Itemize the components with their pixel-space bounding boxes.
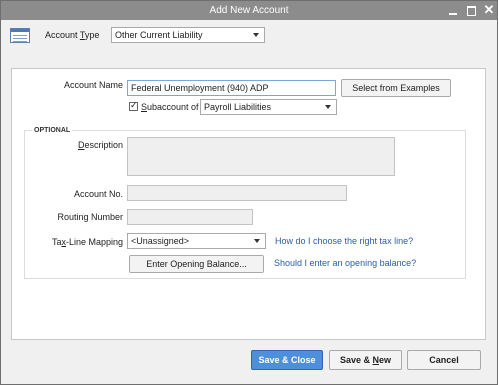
account-number-label: Account No.	[73, 189, 123, 199]
account-name-field[interactable]: Federal Unemployment (940) ADP	[127, 80, 336, 96]
minimize-icon[interactable]	[445, 2, 461, 18]
routing-number-field[interactable]	[127, 209, 253, 225]
account-register-icon	[10, 28, 30, 43]
description-label: Description	[77, 140, 123, 150]
chevron-down-icon	[254, 239, 260, 243]
select-from-examples-button[interactable]: Select from Examples	[341, 79, 451, 97]
optional-section-title: OPTIONAL	[32, 127, 73, 134]
chevron-down-icon	[325, 105, 331, 109]
account-type-select[interactable]: Other Current Liability	[111, 27, 265, 43]
subaccount-label: Subaccount of	[141, 102, 199, 112]
enter-opening-balance-button[interactable]: Enter Opening Balance...	[129, 255, 264, 273]
account-number-field[interactable]	[127, 185, 347, 201]
tax-line-help-link[interactable]: How do I choose the right tax line?	[275, 236, 413, 246]
account-type-value: Other Current Liability	[115, 30, 203, 40]
routing-number-label: Routing Number	[57, 212, 123, 222]
title-bar[interactable]: Add New Account ✕	[1, 1, 497, 20]
tax-line-mapping-label: Tax-Line Mapping	[51, 237, 123, 247]
chevron-down-icon	[253, 33, 259, 37]
subaccount-checkbox[interactable]	[129, 100, 138, 111]
cancel-button[interactable]: Cancel	[407, 350, 481, 370]
account-type-label: Account Type	[45, 30, 100, 40]
tax-line-select[interactable]: <Unassigned>	[127, 233, 266, 249]
close-icon[interactable]: ✕	[481, 2, 497, 18]
save-and-new-button[interactable]: Save & New	[329, 350, 402, 370]
opening-balance-help-link[interactable]: Should I enter an opening balance?	[274, 258, 416, 268]
parent-account-select[interactable]: Payroll Liabilities	[200, 99, 337, 115]
tax-line-value: <Unassigned>	[131, 236, 190, 246]
maximize-icon[interactable]	[463, 2, 479, 18]
account-name-label: Account Name	[63, 80, 123, 90]
parent-account-value: Payroll Liabilities	[204, 102, 272, 112]
description-field[interactable]	[127, 137, 395, 176]
add-new-account-dialog: Add New Account ✕ Account Type Other Cur…	[0, 0, 498, 385]
save-and-close-button[interactable]: Save & Close	[251, 350, 323, 370]
window-title: Add New Account	[209, 5, 289, 16]
